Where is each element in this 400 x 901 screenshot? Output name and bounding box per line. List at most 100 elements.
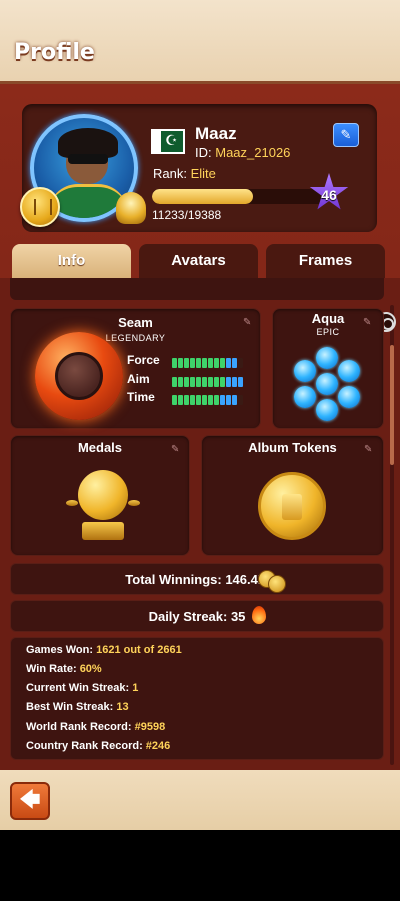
aqua-ball-icon — [316, 347, 338, 369]
aqua-rarity: EPIC — [316, 327, 340, 337]
collapsed-panel — [10, 278, 384, 300]
stat-segment — [190, 395, 195, 405]
total-winnings-text: Total Winnings: 146.4M — [11, 572, 383, 587]
stat-segment — [214, 358, 219, 368]
aqua-ball-icon — [338, 386, 360, 408]
rank-label: Rank: — [153, 166, 191, 181]
stat-value: 1621 out of 2661 — [96, 644, 182, 656]
stat-segment — [220, 358, 225, 368]
pencil-icon[interactable]: ✎ — [364, 444, 372, 455]
stat-segment — [208, 395, 213, 405]
daily-streak-panel: Daily Streak: 35 — [10, 600, 384, 632]
stat-best-win-streak: Best Win Streak: 13 — [26, 701, 129, 713]
aqua-ball-icon — [316, 399, 338, 421]
daily-streak-value: 35 — [230, 609, 246, 624]
stat-segment — [238, 377, 243, 387]
stat-segment — [214, 377, 219, 387]
stat-segment — [178, 358, 183, 368]
pakistan-flag-icon: ☪ — [151, 129, 185, 154]
scrollbar-thumb[interactable] — [390, 345, 394, 465]
medals-title: Medals — [77, 440, 123, 455]
stat-segment — [238, 358, 243, 368]
album-tokens-title: Album Tokens — [248, 440, 337, 455]
seam-ball-center — [55, 352, 103, 400]
pencil-icon[interactable]: ✎ — [171, 444, 179, 455]
player-id-value: Maaz_21026 — [215, 145, 291, 160]
edit-profile-button[interactable]: ✎ — [333, 123, 359, 147]
stat-segment — [178, 377, 183, 387]
aqua-ball-icon — [338, 360, 360, 382]
stat-segment — [196, 395, 201, 405]
stat-segment — [202, 395, 207, 405]
tab-info[interactable]: Info — [12, 244, 131, 278]
daily-streak-label: Daily Streak: — [148, 609, 231, 624]
trophy-stand-icon — [82, 522, 124, 540]
stat-win-rate: Win Rate: 60% — [26, 663, 102, 675]
player-id-label: ID: — [195, 145, 216, 160]
stat-segment — [196, 377, 201, 387]
pencil-icon[interactable]: ✎ — [243, 317, 251, 328]
stat-current-win-streak: Current Win Streak: 1 — [26, 682, 138, 694]
stat-label: Current Win Streak: — [26, 682, 133, 694]
tab-avatars[interactable]: Avatars — [139, 244, 258, 278]
stat-segment — [172, 395, 177, 405]
bottom-black-area — [0, 830, 400, 901]
pencil-icon: ✎ — [340, 127, 352, 142]
tab-bar: Info Avatars Frames — [12, 244, 388, 278]
stat-segment — [232, 377, 237, 387]
player-name: Maaz — [195, 124, 237, 143]
tab-frames[interactable]: Frames — [266, 244, 385, 278]
level-value: 46 — [321, 187, 337, 203]
stat-segment — [214, 395, 219, 405]
stat-segment — [184, 377, 189, 387]
stat-segment — [232, 358, 237, 368]
stat-force-label: Force — [127, 353, 160, 367]
coins-icon — [268, 575, 286, 593]
stat-segment — [226, 358, 231, 368]
stat-segment — [202, 377, 207, 387]
total-winnings-panel: Total Winnings: 146.4M — [10, 563, 384, 595]
stat-aim-bar — [172, 374, 244, 387]
stat-label: Best Win Streak: — [26, 701, 117, 713]
header-bar: Profile — [0, 0, 400, 84]
stat-segment — [196, 358, 201, 368]
pencil-icon[interactable]: ✎ — [363, 317, 371, 328]
rank-value: Elite — [190, 166, 216, 181]
stat-segment — [220, 395, 225, 405]
stat-value: 60% — [79, 663, 102, 675]
trophy-wing-icon — [128, 500, 140, 506]
back-button[interactable]: 🡄 — [10, 782, 50, 820]
footer-bar — [0, 770, 400, 830]
stat-label: World Rank Record: — [26, 721, 135, 733]
stat-segment — [172, 377, 177, 387]
stat-label: Games Won: — [26, 644, 97, 656]
back-arrow-icon: 🡄 — [19, 789, 41, 811]
aqua-ball-icon — [294, 386, 316, 408]
xp-text: 11233/19388 — [152, 208, 222, 222]
total-winnings-label: Total Winnings: — [125, 572, 226, 587]
stat-value: 1 — [132, 682, 139, 694]
avatar-glasses — [68, 154, 108, 164]
stat-world-rank-record: World Rank Record: #9598 — [26, 721, 165, 733]
stat-segment — [226, 377, 231, 387]
stat-games-won: Games Won: 1621 out of 2661 — [26, 644, 182, 656]
stat-segment — [208, 377, 213, 387]
stat-segment — [226, 395, 231, 405]
trophy-wing-icon — [66, 500, 78, 506]
stat-segment — [184, 395, 189, 405]
player-rank: Rank: Elite — [153, 166, 216, 181]
stat-segment — [190, 358, 195, 368]
aqua-ball-icon — [316, 373, 338, 395]
trophy-badge-icon — [116, 192, 146, 224]
page-title: Profile — [14, 40, 95, 65]
stat-value: #246 — [145, 740, 171, 752]
stat-label: Country Rank Record: — [26, 740, 146, 752]
stat-segment — [208, 358, 213, 368]
seam-title: Seam — [118, 315, 153, 330]
stat-segment — [178, 395, 183, 405]
medal-badge-icon — [20, 187, 60, 227]
stat-value: #9598 — [134, 721, 166, 733]
stat-time-label: Time — [127, 390, 155, 404]
stat-segment — [238, 395, 243, 405]
stat-segment — [190, 377, 195, 387]
